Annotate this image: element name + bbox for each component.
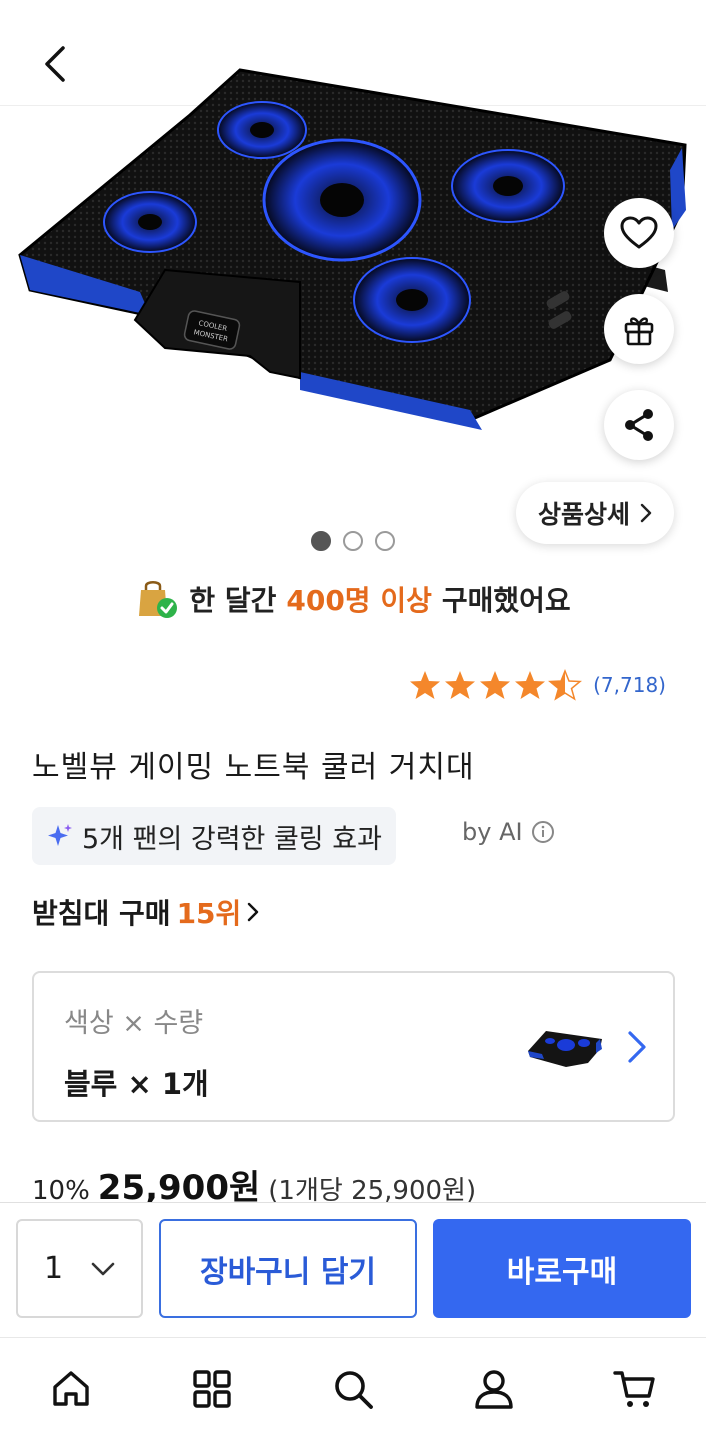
ai-attribution-label: by AI (462, 818, 523, 846)
laptop-cooling-pad-image[interactable]: COOLER MONSTER (0, 60, 706, 480)
rank-prefix: 받침대 구매 (32, 897, 171, 930)
gift-icon (624, 317, 654, 346)
ai-summary-text: 5개 팬의 강력한 쿨링 효과 (82, 823, 382, 855)
chevron-right-icon (628, 1031, 646, 1063)
gift-button[interactable] (604, 294, 674, 364)
buy-now-button[interactable]: 바로구매 (433, 1219, 691, 1318)
chevron-down-icon (91, 1262, 115, 1275)
purchase-count-banner: 한 달간 400명 이상 구매했어요 (0, 578, 706, 620)
star-rating-icon (410, 670, 581, 700)
quantity-value: 1 (44, 1251, 64, 1286)
share-icon (625, 409, 653, 441)
option-value: 블루 × 1개 (64, 1067, 209, 1101)
nav-search[interactable] (318, 1354, 388, 1424)
purchase-banner-suffix: 구매했어요 (441, 584, 571, 617)
shopping-bag-check-icon (139, 581, 178, 618)
cart-icon (613, 1371, 656, 1407)
nav-my-page[interactable] (459, 1354, 529, 1424)
grid-icon (193, 1370, 231, 1408)
quantity-select[interactable]: 1 (16, 1219, 143, 1318)
ai-attribution[interactable]: by AI (462, 818, 555, 846)
option-label: 색상 × 수량 (64, 1008, 204, 1039)
bottom-navigation (0, 1337, 706, 1440)
carousel-dot[interactable] (375, 531, 395, 551)
product-title: 노벨뷰 게이밍 노트북 쿨러 거치대 (32, 750, 475, 785)
search-icon (335, 1371, 373, 1409)
home-icon (52, 1371, 89, 1406)
category-rank-link[interactable]: 받침대 구매 15위 (32, 892, 259, 932)
add-to-cart-button[interactable]: 장바구니 담기 (159, 1219, 417, 1318)
purchase-banner-highlight: 400명 이상 (286, 584, 432, 617)
chevron-right-icon (640, 503, 652, 523)
user-icon (475, 1370, 513, 1409)
review-count[interactable]: (7,718) (593, 673, 666, 697)
carousel-dot[interactable] (343, 531, 363, 551)
carousel-dot[interactable] (311, 531, 331, 551)
nav-cart[interactable] (600, 1354, 670, 1424)
heart-icon (620, 216, 658, 249)
option-thumbnail (528, 1031, 602, 1067)
option-selector[interactable]: 색상 × 수량 블루 × 1개 (32, 971, 675, 1122)
wishlist-button[interactable] (604, 198, 674, 268)
ai-summary-chip: 5개 팬의 강력한 쿨링 효과 (32, 807, 396, 865)
rating-summary[interactable]: (7,718) (409, 668, 666, 702)
chevron-right-icon (248, 902, 259, 922)
carousel-indicator (0, 531, 706, 551)
nav-home[interactable] (36, 1354, 106, 1424)
purchase-action-bar: 1 장바구니 담기 바로구매 (0, 1202, 706, 1336)
sparkle-icon (48, 824, 72, 846)
product-detail-label: 상품상세 (537, 500, 630, 529)
rank-number: 15위 (176, 897, 242, 930)
nav-categories[interactable] (177, 1354, 247, 1424)
purchase-banner-prefix: 한 달간 (189, 584, 277, 617)
info-icon[interactable] (531, 820, 555, 844)
share-button[interactable] (604, 390, 674, 460)
